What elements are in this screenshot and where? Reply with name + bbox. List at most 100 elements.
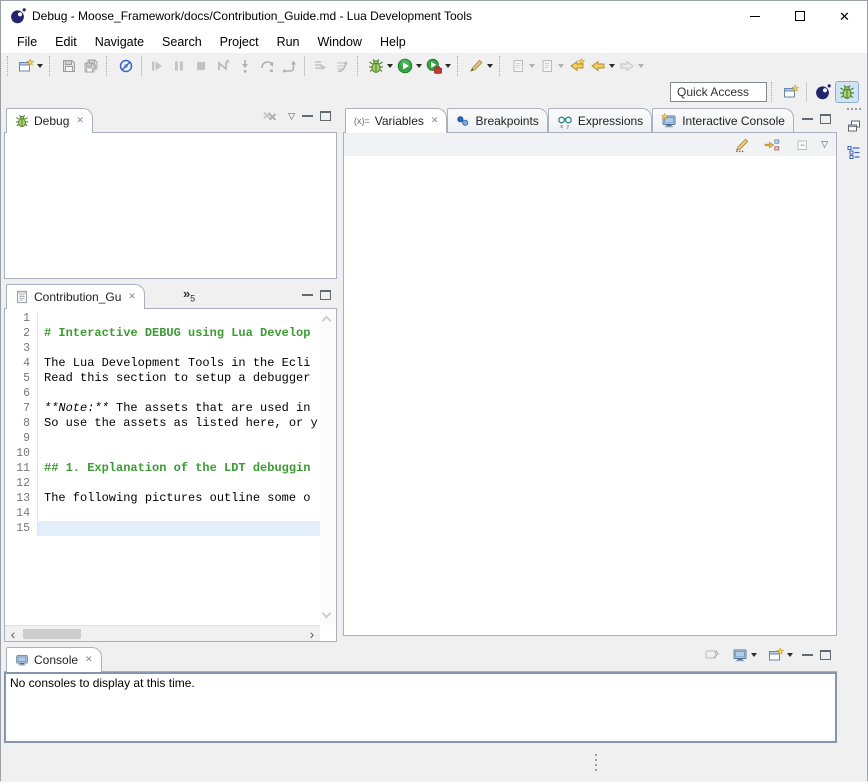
last-edit-location-button[interactable] xyxy=(566,55,588,77)
view-menu-icon[interactable]: ▽ xyxy=(288,112,295,121)
window-minimize-button[interactable] xyxy=(732,1,777,31)
editor-line[interactable]: 3 xyxy=(5,341,320,356)
menu-navigate[interactable]: Navigate xyxy=(87,33,152,51)
debug-view-content[interactable] xyxy=(4,133,337,279)
tab-contribution-guide[interactable]: Contribution_Gu ✕ xyxy=(6,284,145,309)
editor-line[interactable]: 9 xyxy=(5,431,320,446)
scroll-up-icon[interactable] xyxy=(322,316,332,326)
maximize-view-button[interactable] xyxy=(320,290,331,300)
menu-edit[interactable]: Edit xyxy=(47,33,85,51)
scroll-right-icon[interactable]: › xyxy=(304,627,320,641)
menu-window[interactable]: Window xyxy=(310,33,370,51)
back-button[interactable] xyxy=(588,55,617,77)
run-launch-button[interactable] xyxy=(395,55,424,77)
window-close-button[interactable]: ✕ xyxy=(822,1,867,31)
editor-line[interactable]: 12 xyxy=(5,476,320,491)
editor-line[interactable]: 15 xyxy=(5,521,320,536)
editor-horizontal-scrollbar[interactable]: ‹ › xyxy=(5,625,320,641)
maximize-view-button[interactable] xyxy=(820,650,831,660)
suspend-button[interactable] xyxy=(168,55,190,77)
step-filter-config-button[interactable] xyxy=(331,55,353,77)
quick-access-input[interactable] xyxy=(670,82,767,102)
resume-button[interactable] xyxy=(146,55,168,77)
toolbar-grip[interactable] xyxy=(457,56,462,76)
minimize-view-button[interactable] xyxy=(802,118,813,127)
step-over-button[interactable] xyxy=(256,55,278,77)
hidden-editors-chevron[interactable]: »5 xyxy=(183,286,195,304)
forward-button[interactable] xyxy=(617,55,646,77)
show-logical-structure-button[interactable] xyxy=(761,134,783,156)
editor-line[interactable]: 7**Note:** The assets that are used in xyxy=(5,401,320,416)
restore-views-button[interactable] xyxy=(843,116,865,136)
editor-line[interactable]: 11## 1. Explanation of the LDT debuggin xyxy=(5,461,320,476)
editor-line[interactable]: 13The following pictures outline some o xyxy=(5,491,320,506)
new-wizard-button[interactable] xyxy=(16,55,45,77)
maximize-view-button[interactable] xyxy=(820,114,831,124)
variables-tree[interactable] xyxy=(344,156,836,635)
next-annotation-button[interactable] xyxy=(508,55,537,77)
view-menu-icon[interactable]: ▽ xyxy=(821,140,828,149)
perspective-ldt-button[interactable] xyxy=(811,81,835,103)
disconnect-button[interactable] xyxy=(212,55,234,77)
toolbar-grip[interactable] xyxy=(106,56,111,76)
menu-help[interactable]: Help xyxy=(372,33,414,51)
mark-occurrences-button[interactable] xyxy=(466,55,495,77)
editor-line[interactable]: 14 xyxy=(5,506,320,521)
scroll-left-icon[interactable]: ‹ xyxy=(5,627,21,641)
toolbar-grip[interactable] xyxy=(771,82,776,102)
remove-all-terminated-button[interactable] xyxy=(259,105,281,127)
window-maximize-button[interactable] xyxy=(777,1,822,31)
pin-console-button[interactable] xyxy=(701,644,723,666)
perspective-debug-button[interactable] xyxy=(835,81,859,103)
editor-line[interactable]: 2# Interactive DEBUG using Lua Develop xyxy=(5,326,320,341)
previous-annotation-button[interactable] xyxy=(537,55,566,77)
tab-close-icon[interactable]: ✕ xyxy=(76,115,84,126)
maximize-view-button[interactable] xyxy=(320,111,331,121)
minimize-view-button[interactable] xyxy=(802,654,813,663)
display-selected-console-button[interactable] xyxy=(730,644,759,666)
tab-console[interactable]: Console ✕ xyxy=(6,647,102,672)
minimize-view-button[interactable] xyxy=(302,115,313,124)
editor-line[interactable]: 5Read this section to setup a debugger xyxy=(5,371,320,386)
open-perspective-button[interactable] xyxy=(780,81,802,103)
menu-project[interactable]: Project xyxy=(212,33,267,51)
scrollbar-thumb[interactable] xyxy=(23,629,81,639)
console-content[interactable]: No consoles to display at this time. xyxy=(4,672,837,743)
editor-line[interactable]: 1 xyxy=(5,311,320,326)
tab-variables[interactable]: (x)= Variables ✕ xyxy=(345,108,447,133)
open-console-button[interactable] xyxy=(766,644,795,666)
tab-debug[interactable]: Debug ✕ xyxy=(6,108,93,133)
debug-launch-button[interactable] xyxy=(366,55,395,77)
status-drag-handle[interactable] xyxy=(595,754,597,771)
editor-line[interactable]: 8So use the assets as listed here, or y xyxy=(5,416,320,431)
external-tools-button[interactable] xyxy=(424,55,453,77)
menu-file[interactable]: File xyxy=(9,33,45,51)
tab-close-icon[interactable]: ✕ xyxy=(431,115,439,126)
save-all-button[interactable] xyxy=(80,55,102,77)
toolbar-grip[interactable] xyxy=(49,56,54,76)
strip-drag-handle[interactable] xyxy=(847,108,861,110)
toolbar-grip[interactable] xyxy=(7,56,12,76)
outline-view-button[interactable] xyxy=(843,142,865,162)
menu-search[interactable]: Search xyxy=(154,33,210,51)
editor-lines[interactable]: 12# Interactive DEBUG using Lua Develop3… xyxy=(5,311,320,624)
minimize-view-button[interactable] xyxy=(302,294,313,303)
save-button[interactable] xyxy=(58,55,80,77)
editor-vertical-scrollbar[interactable] xyxy=(320,309,336,625)
toolbar-grip[interactable] xyxy=(499,56,504,76)
tab-interactive-console[interactable]: Interactive Console xyxy=(652,108,794,132)
editor-line[interactable]: 4The Lua Development Tools in the Ecli xyxy=(5,356,320,371)
collapse-all-button[interactable] xyxy=(791,134,813,156)
terminate-button[interactable] xyxy=(190,55,212,77)
menu-run[interactable]: Run xyxy=(269,33,308,51)
step-into-button[interactable] xyxy=(234,55,256,77)
use-step-filters-button[interactable] xyxy=(309,55,331,77)
skip-all-breakpoints-button[interactable] xyxy=(115,55,137,77)
tab-close-icon[interactable]: ✕ xyxy=(128,291,136,302)
show-type-names-button[interactable] xyxy=(731,134,753,156)
tab-expressions[interactable]: Expressions xyxy=(548,108,652,132)
scroll-down-icon[interactable] xyxy=(322,609,332,619)
toolbar-grip[interactable] xyxy=(357,56,362,76)
step-return-button[interactable] xyxy=(278,55,300,77)
tab-breakpoints[interactable]: Breakpoints xyxy=(447,108,547,132)
